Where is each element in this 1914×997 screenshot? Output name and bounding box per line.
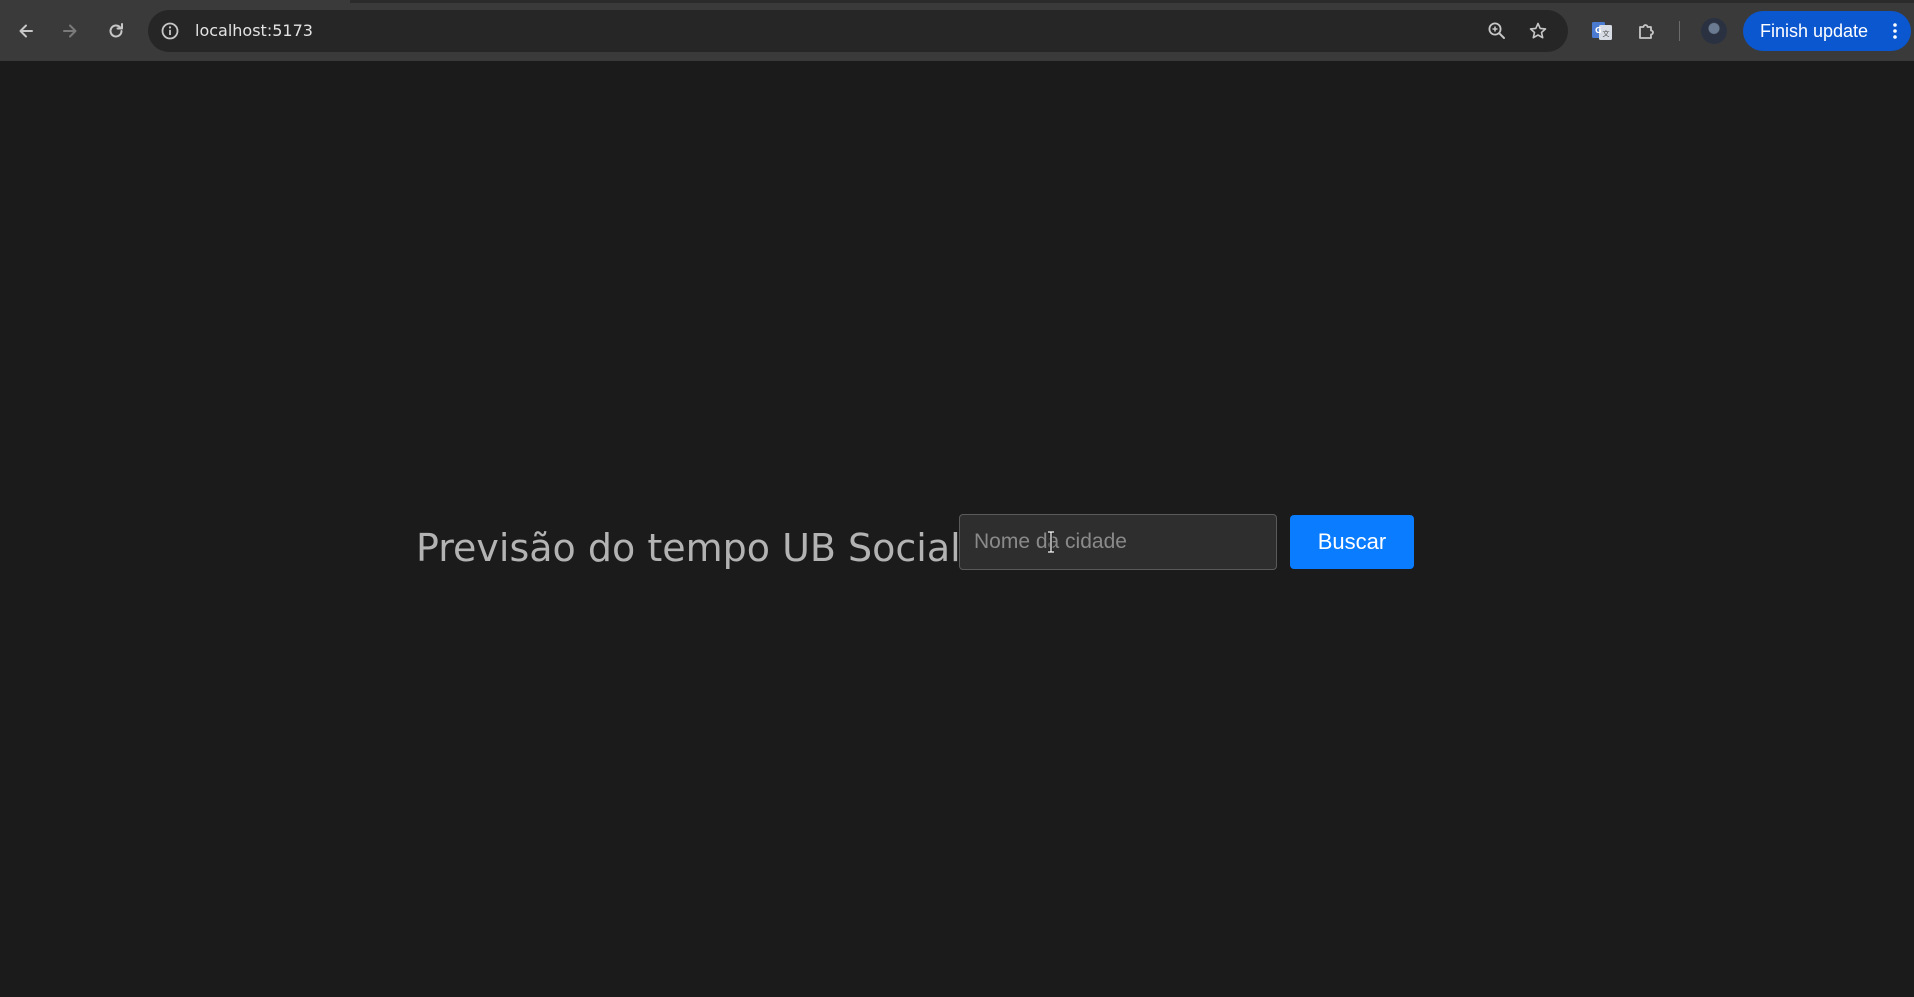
profile-avatar[interactable] bbox=[1701, 18, 1727, 44]
tab-strip bbox=[0, 0, 1914, 3]
text-cursor-icon bbox=[1048, 531, 1054, 553]
bookmark-star-icon[interactable] bbox=[1525, 18, 1551, 44]
arrow-left-icon bbox=[19, 24, 33, 38]
reload-icon bbox=[109, 23, 123, 38]
translate-icon: G 文 bbox=[1592, 22, 1612, 40]
google-translate-icon[interactable]: G 文 bbox=[1588, 17, 1616, 45]
address-bar[interactable]: localhost:5173 bbox=[148, 10, 1568, 52]
svg-text:文: 文 bbox=[1603, 29, 1610, 38]
star-icon bbox=[1529, 22, 1547, 39]
extensions-icon[interactable] bbox=[1633, 17, 1661, 45]
arrow-right-icon bbox=[63, 24, 77, 38]
search-button[interactable]: Buscar bbox=[1290, 515, 1414, 569]
finish-update-button[interactable]: Finish update bbox=[1743, 11, 1911, 51]
active-tab-edge bbox=[0, 0, 350, 3]
page-title: Previsão do tempo UB Social: bbox=[416, 526, 974, 570]
more-vert-icon bbox=[1893, 23, 1897, 39]
forward-button[interactable] bbox=[53, 14, 87, 48]
back-button[interactable] bbox=[9, 14, 43, 48]
svg-text:G: G bbox=[1595, 26, 1602, 35]
browser-toolbar: localhost:5173 G 文 Finish update bbox=[0, 0, 1914, 61]
reload-button[interactable] bbox=[99, 14, 133, 48]
finish-update-label: Finish update bbox=[1760, 20, 1869, 41]
zoom-icon[interactable] bbox=[1484, 18, 1510, 44]
site-info-icon[interactable] bbox=[160, 21, 180, 41]
url-text[interactable]: localhost:5173 bbox=[195, 21, 313, 41]
magnifier-plus-icon bbox=[1488, 22, 1505, 39]
toolbar-divider bbox=[1679, 21, 1680, 41]
city-name-input[interactable] bbox=[959, 514, 1277, 570]
puzzle-icon bbox=[1639, 24, 1654, 39]
